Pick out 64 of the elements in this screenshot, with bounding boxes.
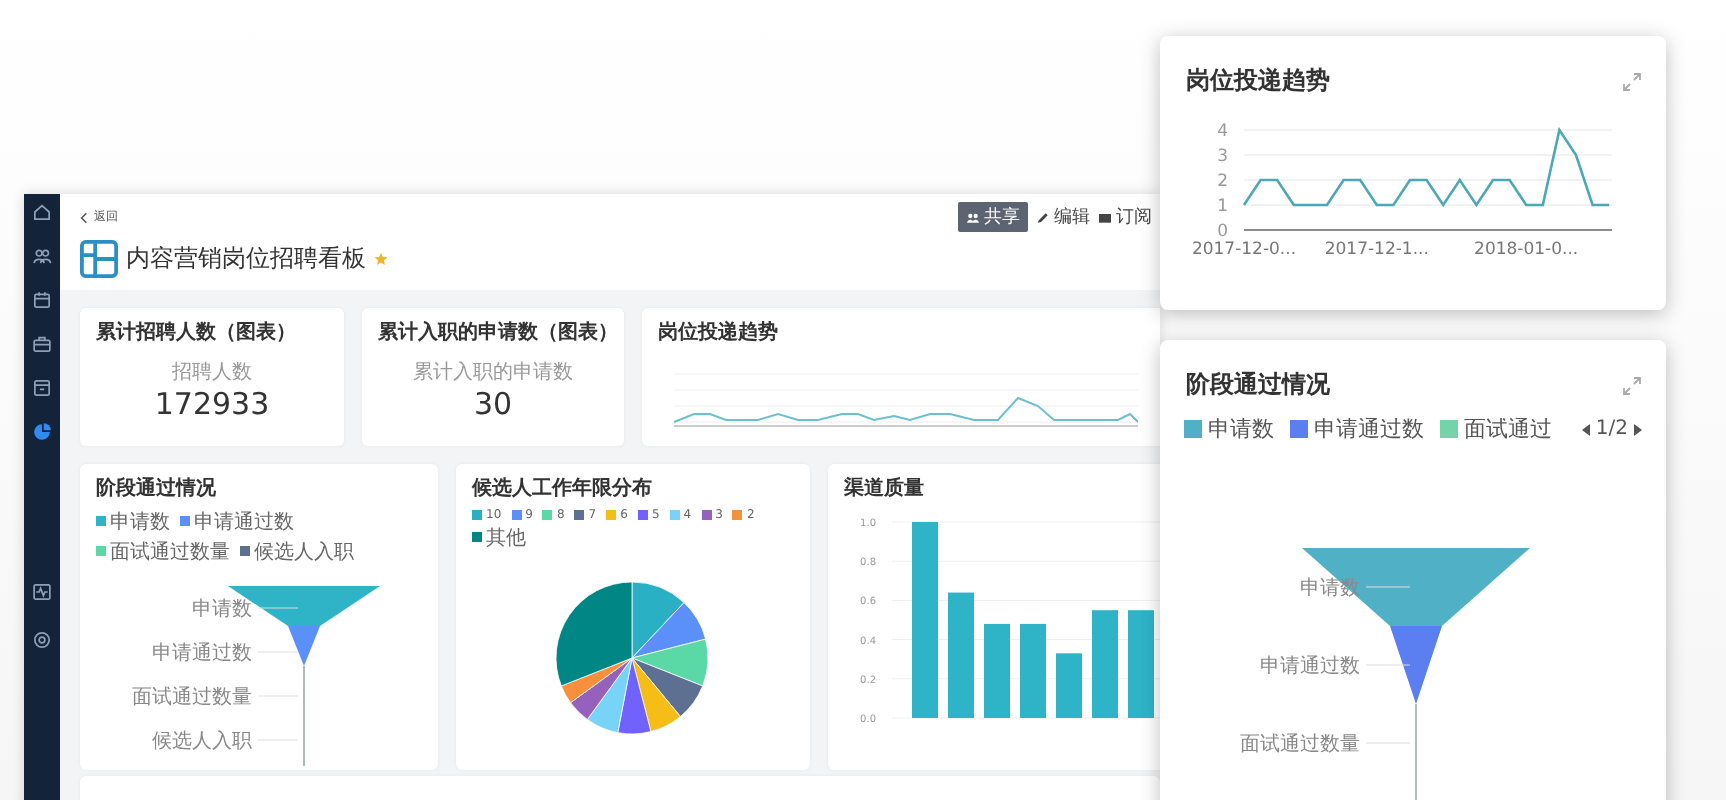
- axis-tick-label: 0: [1217, 222, 1228, 242]
- card-title: 阶段通过情况: [94, 475, 218, 502]
- legend-item[interactable]: 申请通过数: [180, 507, 294, 536]
- bar: [1020, 623, 1046, 718]
- axis-tick-label: 3: [1217, 147, 1228, 167]
- legend-item[interactable]: 申请通过数: [1290, 414, 1424, 444]
- funnel-tail-line: [303, 664, 305, 766]
- bar: [1056, 652, 1082, 718]
- home-icon[interactable]: [32, 202, 52, 222]
- card-title: 候选人工作年限分布: [469, 475, 654, 502]
- stage-label: 候选人入职: [152, 730, 252, 753]
- share-button[interactable]: 共享: [958, 202, 1028, 232]
- legend-item[interactable]: 申请数: [1184, 414, 1274, 444]
- card-title: 累计入职的申请数（图表）: [376, 319, 620, 346]
- briefcase-icon[interactable]: [32, 334, 52, 354]
- axis-tick-label: 2: [1217, 172, 1228, 192]
- monitor-pulse-icon[interactable]: [32, 582, 52, 602]
- edit-button[interactable]: 编辑: [1036, 204, 1090, 230]
- dashboard-title: 内容营销岗位招聘看板: [126, 242, 366, 276]
- legend-item[interactable]: 面试通过: [1440, 414, 1552, 444]
- stage-label: 申请数: [192, 598, 252, 621]
- subscribe-button[interactable]: 订阅: [1098, 204, 1152, 230]
- triangle-left-icon: [1581, 423, 1590, 435]
- chevron-left-icon: [80, 211, 88, 223]
- card-title: 岗位投递趋势: [656, 318, 780, 346]
- stat-value: 30: [473, 386, 513, 422]
- legend-item[interactable]: 申请数: [96, 507, 170, 536]
- users-icon: [966, 211, 980, 223]
- stage-label: 申请通过数: [1260, 656, 1360, 678]
- card-title: 累计招聘人数（图表）: [94, 319, 298, 346]
- stage-label: 申请数: [1300, 578, 1360, 600]
- users-icon[interactable]: [32, 246, 52, 266]
- legend-pager[interactable]: 1/2: [1581, 418, 1642, 440]
- pencil-icon: [1036, 211, 1050, 223]
- stage-label: 面试通过数量: [1240, 734, 1360, 756]
- pie-chart-icon[interactable]: [32, 422, 52, 442]
- legend-item[interactable]: 面试通过数量: [96, 537, 230, 566]
- legend-item[interactable]: 候选人入职: [240, 537, 354, 566]
- stat-label: 累计入职的申请数: [413, 359, 573, 386]
- stage-label: 面试通过数量: [132, 686, 252, 709]
- leader-line: [257, 606, 299, 608]
- card-title: 渠道质量: [842, 475, 926, 502]
- bar: [1128, 609, 1154, 718]
- legend-item[interactable]: 其他: [472, 523, 526, 552]
- axis-tick-label: 4: [1217, 122, 1228, 142]
- axis-tick-label: 2017-12-0...: [1191, 240, 1297, 260]
- leader-line: [1365, 586, 1411, 588]
- card-title: 岗位投递趋势: [1186, 64, 1330, 98]
- axis-tick-label: 2018-01-0...: [1474, 240, 1579, 260]
- triangle-right-icon: [1634, 423, 1642, 435]
- settings-icon[interactable]: [32, 630, 52, 650]
- funnel-tail-line: [1415, 703, 1417, 800]
- axis-tick-label: 2017-12-1...: [1324, 240, 1429, 260]
- stage-label: 申请通过数: [152, 642, 252, 665]
- stat-label: 招聘人数: [172, 359, 252, 386]
- axis-tick-label: 1: [1217, 197, 1228, 217]
- box-icon[interactable]: [32, 378, 52, 398]
- card-title: 阶段通过情况: [1186, 368, 1330, 402]
- bar: [948, 591, 974, 718]
- bar: [984, 623, 1010, 718]
- bar: [1092, 609, 1118, 718]
- stat-value: 172933: [154, 386, 270, 422]
- calendar-icon[interactable]: [32, 290, 52, 310]
- dashboard-logo-icon: [80, 240, 118, 278]
